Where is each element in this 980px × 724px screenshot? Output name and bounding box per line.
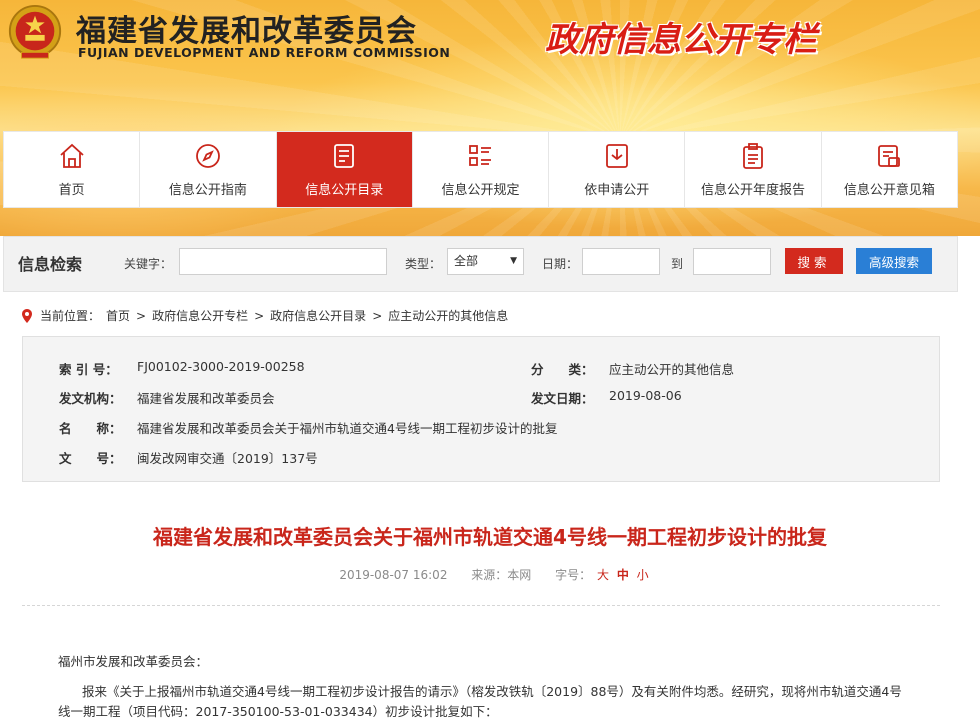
info-key: 文 号： — [59, 451, 122, 466]
feedback-box-icon — [878, 145, 901, 167]
date-from-input[interactable] — [582, 248, 660, 275]
nav-item-guide[interactable]: 信息公开指南 — [140, 132, 277, 207]
info-name: 名 称： 福建省发展和改革委员会关于福州市轨道交通4号线一期工程初步设计的批复 — [59, 418, 557, 437]
breadcrumb-column[interactable]: 政府信息公开专栏 — [152, 307, 248, 324]
nav-label: 信息公开规定 — [441, 183, 520, 198]
keyword-input[interactable] — [179, 248, 387, 275]
article-meta: 2019-08-07 16:02 来源：本网 字号： 大 中 小 — [0, 566, 980, 583]
info-value: 闽发改网审交通〔2019〕137号 — [137, 451, 318, 466]
to-label: 到 — [671, 257, 684, 271]
org-name[interactable]: 福建省发展和改革委员会 — [76, 6, 417, 50]
nav-item-rules[interactable]: 信息公开规定 — [413, 132, 550, 207]
info-value: FJ00102-3000-2019-00258 — [137, 359, 305, 374]
font-size-control: 字号： 大 中 小 — [555, 568, 651, 582]
advanced-search-button[interactable]: 高级搜索 — [856, 248, 932, 274]
type-select[interactable]: 全部 ▼ — [447, 248, 524, 275]
font-size-small[interactable]: 小 — [637, 568, 649, 582]
nav-label: 依申请公开 — [584, 183, 650, 198]
info-issuer: 发文机构： 福建省发展和改革委员会 — [59, 388, 275, 407]
info-value: 福建省发展和改革委员会关于福州市轨道交通4号线一期工程初步设计的批复 — [137, 421, 558, 436]
info-docno: 文 号： 闽发改网审交通〔2019〕137号 — [59, 448, 318, 467]
article-source: 来源：本网 — [471, 568, 532, 582]
type-label: 类型： — [405, 257, 442, 271]
info-date: 发文日期： 2019-08-06 — [531, 388, 682, 407]
article-salutation: 福州市发展和改革委员会： — [58, 654, 209, 669]
info-index: 索 引 号： FJ00102-3000-2019-00258 — [59, 359, 305, 378]
nav-label: 信息公开目录 — [305, 183, 384, 198]
info-key: 发文机构： — [59, 391, 122, 406]
breadcrumb-home[interactable]: 首页 — [106, 307, 130, 324]
nav-label: 信息公开意见箱 — [843, 183, 935, 198]
nav-item-catalog[interactable]: 信息公开目录 — [276, 132, 413, 207]
date-to-input[interactable] — [693, 248, 771, 275]
list-rules-icon — [469, 145, 492, 166]
info-value: 福建省发展和改革委员会 — [137, 391, 275, 406]
search-button[interactable]: 搜索 — [785, 248, 843, 274]
article-datetime: 2019-08-07 16:02 — [339, 568, 448, 582]
info-key: 分 类： — [531, 362, 594, 377]
search-bar: 信息检索 关键字： 类型： 全部 ▼ 日期： 到 搜索 高级搜索 — [3, 236, 958, 292]
compass-icon — [196, 144, 220, 168]
info-key: 索 引 号： — [59, 362, 118, 377]
info-key: 发文日期： — [531, 391, 594, 406]
article-divider — [22, 605, 940, 606]
document-list-icon — [334, 144, 355, 168]
info-key: 名 称： — [59, 421, 122, 436]
nav-item-feedback[interactable]: 信息公开意见箱 — [822, 132, 957, 207]
keyword-label: 关键字： — [124, 257, 173, 271]
font-size-label: 字号： — [555, 568, 592, 582]
info-category: 分 类： 应主动公开的其他信息 — [531, 359, 734, 378]
font-size-large[interactable]: 大 — [597, 568, 609, 582]
nav-item-annual-report[interactable]: 信息公开年度报告 — [685, 132, 822, 207]
nav-label: 首页 — [58, 183, 85, 198]
breadcrumb-separator: > — [372, 308, 383, 323]
nav-item-apply[interactable]: 依申请公开 — [549, 132, 686, 207]
breadcrumb: 当前位置： 首页 > 政府信息公开专栏 > 政府信息公开目录 > 应主动公开的其… — [22, 307, 514, 324]
font-size-medium[interactable]: 中 — [617, 568, 629, 582]
breadcrumb-prefix: 当前位置： — [40, 309, 101, 323]
info-value: 2019-08-06 — [609, 388, 682, 403]
clipboard-report-icon — [743, 143, 763, 169]
home-icon — [60, 143, 84, 168]
document-info-panel: 索 引 号： FJ00102-3000-2019-00258 分 类： 应主动公… — [22, 336, 940, 482]
article-paragraph: 报来《关于上报福州市轨道交通4号线一期工程初步设计报告的请示》（榕发改铁轨〔20… — [58, 684, 902, 719]
chevron-down-icon: ▼ — [510, 256, 517, 266]
breadcrumb-catalog[interactable]: 政府信息公开目录 — [270, 307, 366, 324]
national-emblem-icon — [8, 4, 62, 59]
article-title: 福建省发展和改革委员会关于福州市轨道交通4号线一期工程初步设计的批复 — [153, 525, 827, 549]
section-slogan: 政府信息公开专栏 — [545, 20, 817, 60]
inbox-download-icon — [605, 144, 628, 168]
nav-label: 信息公开指南 — [168, 183, 247, 198]
date-label: 日期： — [542, 257, 579, 271]
location-pin-icon — [22, 308, 32, 323]
nav-label: 信息公开年度报告 — [701, 183, 806, 198]
breadcrumb-current[interactable]: 应主动公开的其他信息 — [388, 307, 508, 324]
info-value: 应主动公开的其他信息 — [609, 362, 735, 377]
search-title: 信息检索 — [18, 255, 83, 274]
type-select-value: 全部 — [454, 254, 479, 268]
nav-item-home[interactable]: 首页 — [4, 132, 141, 207]
breadcrumb-separator: > — [136, 308, 147, 323]
main-nav: 首页 信息公开指南 信息公开目录 信息公开规定 依申请公开 信息公开年度报告 信… — [3, 131, 958, 208]
org-name-en: FUJIAN DEVELOPMENT AND REFORM COMMISSION — [78, 45, 451, 60]
breadcrumb-separator: > — [254, 308, 265, 323]
